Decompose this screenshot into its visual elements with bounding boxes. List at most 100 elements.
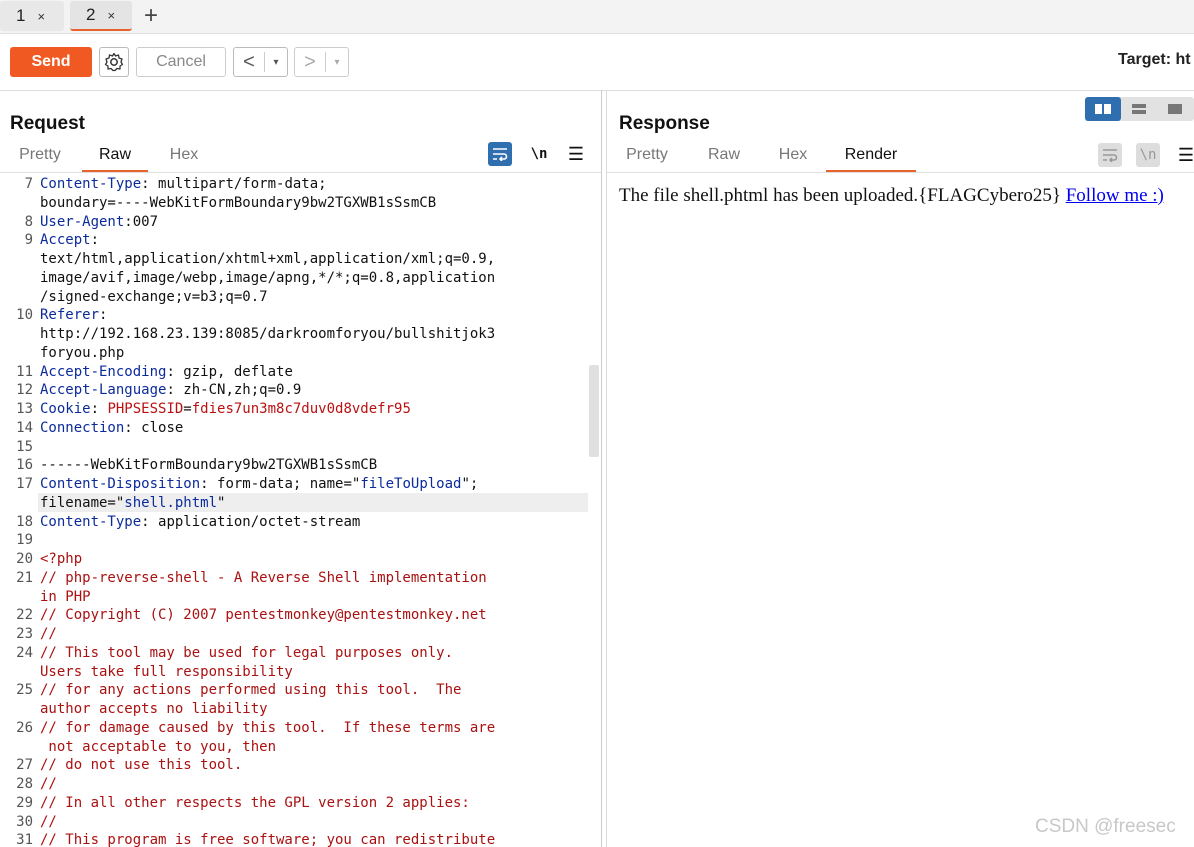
tab-response-render[interactable]: Render [826,146,916,172]
code-line[interactable]: // do not use this tool. [40,757,242,773]
code-line[interactable]: // [40,814,57,830]
word-wrap-icon[interactable] [1098,143,1122,167]
code-token: author accepts no liability [40,701,268,717]
line-number: 24 [16,644,33,661]
code-token: Content-Disposition [40,476,201,492]
request-editor[interactable]: 7 Content-Type: multipart/form-data; bound… [0,175,600,847]
code-line[interactable]: // for damage caused by this tool. If th… [40,720,495,736]
code-line[interactable]: Content-Type: application/octet-stream [40,514,360,530]
code-line[interactable]: // This program is free software; you ca… [40,832,495,847]
code-token: Referer [40,307,100,324]
tab-label: 1 [16,6,26,25]
tab-response-raw[interactable]: Raw [700,146,748,172]
close-icon[interactable]: × [37,9,45,24]
code-token: " [217,494,226,511]
code-token: : form-data; name=" [200,476,361,492]
line-number: 31 [16,832,33,847]
code-line[interactable]: // This tool may be used for legal purpo… [40,645,453,661]
request-separator [0,172,601,173]
chevron-down-icon[interactable]: ▾ [325,52,348,72]
chevron-down-icon[interactable]: ▾ [264,52,287,72]
code-line[interactable]: Users take full responsibility [40,664,293,680]
back-arrow-icon[interactable]: < [234,51,264,74]
code-line[interactable]: foryou.php [40,345,124,361]
repeater-tab-1[interactable]: 1 × [0,1,64,31]
code-line[interactable]: boundary=----WebKitFormBoundary9bw2TGXWB… [40,195,436,211]
add-tab-icon[interactable]: + [144,2,158,30]
code-token: // This program is free software; you ca… [40,832,496,847]
scrollbar[interactable] [589,365,599,457]
code-line[interactable]: text/html,application/xhtml+xml,applicat… [40,251,495,267]
menu-icon[interactable]: ☰ [564,142,588,166]
back-button[interactable]: < ▾ [233,47,288,77]
forward-button[interactable]: > ▾ [294,47,349,77]
line-number: 19 [16,532,33,549]
code-line[interactable]: filename="shell.phtml" [40,495,225,511]
send-button[interactable]: Send [10,47,92,77]
code-token: : [90,401,108,417]
code-line[interactable]: Content-Disposition: form-data; name="fi… [40,476,478,492]
split-horizontal-icon[interactable] [1085,97,1121,121]
line-number: 7 [24,176,33,192]
line-number: 18 [16,513,33,530]
repeater-tab-2[interactable]: 2 × [70,1,132,31]
code-token: // Copyright (C) 2007 pentestmonkey@pent… [40,607,487,624]
follow-me-link[interactable]: Follow me :) [1066,185,1164,206]
code-token: "; [461,476,479,492]
code-line[interactable]: Accept-Language: zh-CN,zh;q=0.9 [40,382,301,398]
single-pane-icon[interactable] [1157,97,1193,121]
forward-arrow-icon[interactable]: > [295,51,325,74]
code-line[interactable]: http://192.168.23.139:8085/darkroomforyo… [40,326,495,342]
close-icon[interactable]: × [107,8,115,23]
show-newlines-icon[interactable]: \n [1136,143,1160,167]
code-line[interactable]: User-Agent:007 [40,214,158,230]
code-line[interactable]: Referer: [40,307,107,323]
show-newlines-icon[interactable]: \n [527,142,551,166]
tab-bar: 1 × 2 × + [0,0,1194,34]
code-token: Accept-Language [40,382,167,399]
code-line[interactable]: Connection: close [40,420,183,436]
code-line[interactable]: image/avif,image/webp,image/apng,*/*;q=0… [40,270,495,286]
code-token: = [183,401,192,417]
line-number: 15 [16,438,33,455]
word-wrap-icon[interactable] [488,142,512,166]
cancel-button[interactable]: Cancel [136,47,226,77]
tab-request-pretty[interactable]: Pretty [12,146,68,172]
code-token: filename=" [40,494,125,511]
code-token: Accept [40,232,91,249]
code-line[interactable]: in PHP [40,589,91,605]
gear-icon[interactable] [99,47,129,77]
code-line[interactable]: not acceptable to you, then [40,739,276,755]
code-token: <?php [40,551,83,567]
code-token: User-Agent [40,213,125,230]
code-line[interactable]: // php-reverse-shell - A Reverse Shell i… [40,570,487,586]
code-line[interactable]: Content-Type: multipart/form-data; [40,176,327,192]
tab-request-hex[interactable]: Hex [160,146,208,172]
code-line[interactable]: ------WebKitFormBoundary9bw2TGXWB1sSsmCB [40,457,377,473]
code-token: : multipart/form-data; [141,176,327,192]
code-line[interactable]: author accepts no liability [40,701,268,717]
code-line[interactable]: <?php [40,551,82,567]
panel-divider[interactable] [601,90,602,847]
menu-icon[interactable]: ☰ [1174,143,1194,167]
code-line[interactable]: Cookie: PHPSESSID=fdies7un3m8c7duv0d8vde… [40,401,411,417]
tab-response-pretty[interactable]: Pretty [619,146,675,172]
code-line[interactable]: // In all other respects the GPL version… [40,795,470,811]
code-line[interactable]: Accept-Encoding: gzip, deflate [40,364,293,380]
code-line[interactable]: // [40,626,57,642]
code-line[interactable]: // [40,776,57,792]
code-line[interactable]: Accept: [40,232,99,248]
code-line[interactable]: // for any actions performed using this … [40,682,461,698]
line-number: 25 [16,682,33,699]
code-line[interactable]: // Copyright (C) 2007 pentestmonkey@pent… [40,607,487,623]
line-number: 9 [24,232,33,249]
split-vertical-icon[interactable] [1121,97,1157,121]
line-number: 8 [24,213,33,230]
code-token: fdies7un3m8c7duv0d8vdefr95 [191,401,411,417]
line-number: 28 [16,776,33,792]
tab-request-raw[interactable]: Raw [82,146,148,172]
target-label[interactable]: Target: ht [1118,51,1191,69]
code-line[interactable]: /signed-exchange;v=b3;q=0.7 [40,289,268,305]
tab-response-hex[interactable]: Hex [770,146,816,172]
line-number: 12 [16,382,33,399]
